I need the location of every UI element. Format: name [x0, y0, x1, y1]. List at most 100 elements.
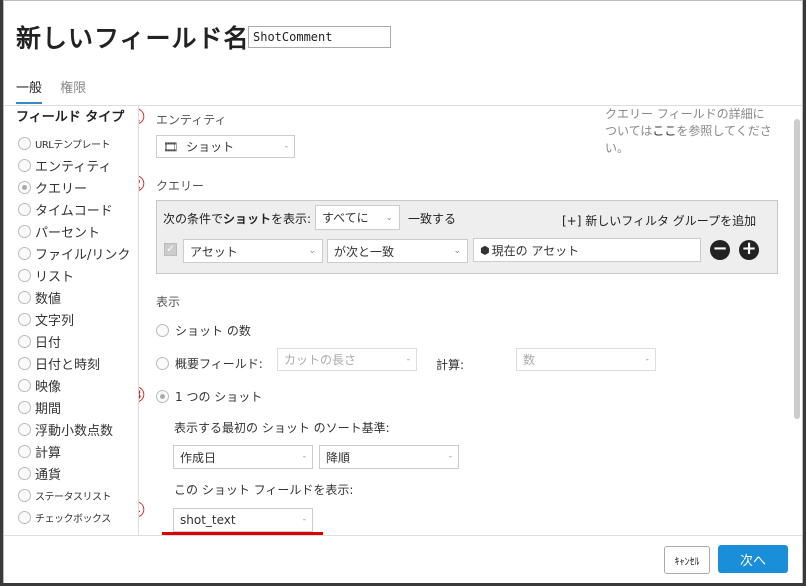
entity-select[interactable]: 🎞 ショット -: [156, 135, 295, 158]
chevron-down-icon: ⌄: [385, 212, 393, 223]
chevron-down-icon: -: [645, 354, 649, 365]
chevron-down-icon: -: [302, 452, 306, 462]
field-type-radio[interactable]: [18, 136, 31, 150]
tab-general[interactable]: 一般: [16, 77, 43, 104]
chevron-down-icon: ⌄: [308, 246, 316, 256]
scrollbar[interactable]: [794, 119, 800, 419]
field-type-label: ステータスリスト: [35, 491, 112, 503]
field-type-radio[interactable]: [18, 268, 31, 282]
field-type-label: エンティティ: [35, 159, 112, 175]
field-type-radio[interactable]: [18, 378, 31, 392]
display-option-count[interactable]: ショット の数: [156, 322, 251, 339]
radio-summary[interactable]: [156, 357, 169, 370]
field-type-label: 期間: [35, 401, 62, 417]
field-type-label: 映像: [35, 379, 62, 395]
field-type-radio[interactable]: [18, 158, 31, 172]
field-type-item[interactable]: 日付と時刻: [18, 352, 130, 374]
show-field-label: この ショット フィールドを表示:: [174, 483, 354, 497]
field-type-item[interactable]: 通貨: [18, 462, 130, 484]
summary-field-select[interactable]: カットの長さ -: [277, 348, 417, 371]
sort-order-select[interactable]: 降順 -: [319, 445, 459, 469]
field-type-radio[interactable]: [18, 422, 31, 436]
field-type-label: 計算: [35, 445, 62, 461]
field-type-item[interactable]: URLテンプレート: [18, 132, 130, 154]
display-option-single[interactable]: 1 つの ショット: [156, 388, 262, 405]
filter-value-field[interactable]: ⬢ 現在の アセット: [473, 238, 701, 262]
chevron-down-icon: -: [448, 452, 452, 462]
calc-select[interactable]: 数-: [516, 348, 656, 371]
annotation-2: ②: [139, 174, 146, 195]
field-type-item[interactable]: ファイル/リンク: [18, 242, 130, 264]
field-type-radio[interactable]: [18, 224, 31, 238]
match-select[interactable]: すべてに ⌄: [315, 205, 400, 230]
field-type-label: 文字列: [35, 313, 75, 329]
main-panel: ① エンティティ 🎞 ショット - クエリー フィールドの詳細に ついてはここを…: [139, 106, 795, 536]
field-type-item[interactable]: 数値: [18, 286, 130, 308]
field-type-item[interactable]: エンティティ: [18, 154, 130, 176]
field-type-radio[interactable]: [18, 510, 31, 524]
next-button[interactable]: 次へ: [718, 545, 788, 573]
field-type-radio[interactable]: [18, 466, 31, 480]
field-type-label: 日付と時刻: [35, 357, 101, 373]
sort-field-select[interactable]: 作成日 -: [173, 445, 313, 469]
remove-filter-icon[interactable]: −: [710, 240, 730, 260]
field-type-radio[interactable]: [18, 444, 31, 458]
new-field-dialog: 新しいフィールド名 ShotComment 一般 権限 フィールド タイプ UR…: [3, 0, 803, 583]
cancel-button[interactable]: ｷｬﾝｾﾙ: [664, 546, 710, 574]
entity-section-label: エンティティ: [156, 113, 227, 127]
field-type-label: クエリー: [35, 181, 88, 197]
show-field-select[interactable]: shot_text -: [173, 508, 313, 532]
field-type-radio[interactable]: [18, 334, 31, 348]
add-filter-icon[interactable]: +: [739, 240, 759, 260]
filter-field-select[interactable]: アセット ⌄: [183, 239, 323, 263]
field-type-list: URLテンプレートエンティティ クエリータイムコード パーセント ファイル/リンク リス…: [18, 132, 130, 528]
field-type-item[interactable]: 浮動小数点数: [18, 418, 130, 440]
field-type-radio[interactable]: [18, 202, 31, 216]
field-type-item[interactable]: 文字列: [18, 308, 130, 330]
help-link[interactable]: ここ: [652, 124, 676, 138]
field-type-item[interactable]: 期間: [18, 396, 130, 418]
field-type-item[interactable]: 映像: [18, 374, 130, 396]
field-type-radio[interactable]: [18, 246, 31, 260]
field-type-item[interactable]: チェックボックス: [18, 506, 130, 528]
field-type-radio[interactable]: [18, 488, 31, 502]
filter-checkbox[interactable]: ✓: [164, 243, 177, 256]
add-filter-group-link[interactable]: [+] 新しいフィルタ グループを追加: [562, 212, 756, 229]
filter-operator-select[interactable]: が次と一致 ⌄: [327, 239, 468, 263]
field-type-label: 数値: [35, 291, 62, 307]
display-option-summary[interactable]: 概要フィールド:: [156, 355, 263, 372]
field-type-item[interactable]: タイムコード: [18, 198, 130, 220]
field-type-item[interactable]: クエリー: [18, 176, 130, 198]
query-section-label: クエリー: [156, 179, 205, 193]
radio-count[interactable]: [156, 324, 169, 337]
field-type-label: タイムコード: [35, 203, 113, 219]
field-type-radio[interactable]: [18, 356, 31, 370]
chevron-down-icon: -: [284, 141, 288, 152]
field-type-title: フィールド タイプ: [16, 110, 125, 125]
radio-single[interactable]: [156, 390, 169, 403]
field-name-input[interactable]: ShotComment: [248, 26, 391, 48]
display-section-label: 表示: [156, 295, 181, 309]
annotation-4: ④: [139, 500, 146, 521]
entity-select-value: ショット: [186, 140, 235, 154]
field-type-radio[interactable]: [18, 180, 31, 194]
query-builder: 次の条件でショットを表示: すべてに ⌄ 一致する [+] 新しいフィルタ グルー…: [156, 200, 778, 274]
calc-label: 計算:: [436, 358, 465, 372]
field-type-item[interactable]: ステータスリスト: [18, 484, 130, 506]
field-type-item[interactable]: 日付: [18, 330, 130, 352]
field-type-radio[interactable]: [18, 400, 31, 414]
annotation-3: ③: [139, 385, 146, 406]
field-type-label: URLテンプレート: [35, 139, 111, 151]
field-type-radio[interactable]: [18, 312, 31, 326]
tab-permissions[interactable]: 権限: [60, 77, 86, 102]
field-type-radio[interactable]: [18, 290, 31, 304]
help-text: クエリー フィールドの詳細に ついてはここを参照してくださ い。: [605, 107, 772, 155]
tab-bar: 一般 権限: [16, 77, 100, 105]
field-type-label: チェックボックス: [35, 513, 111, 525]
field-type-item[interactable]: リスト: [18, 264, 130, 286]
field-type-sidebar: フィールド タイプ URLテンプレートエンティティ クエリータイムコード パーセント…: [4, 106, 138, 536]
sort-label: 表示する最初の ショット のソート基準:: [174, 421, 390, 435]
field-type-item[interactable]: 計算: [18, 440, 130, 462]
field-type-item[interactable]: パーセント: [18, 220, 130, 242]
match-suffix: 一致する: [408, 212, 457, 226]
